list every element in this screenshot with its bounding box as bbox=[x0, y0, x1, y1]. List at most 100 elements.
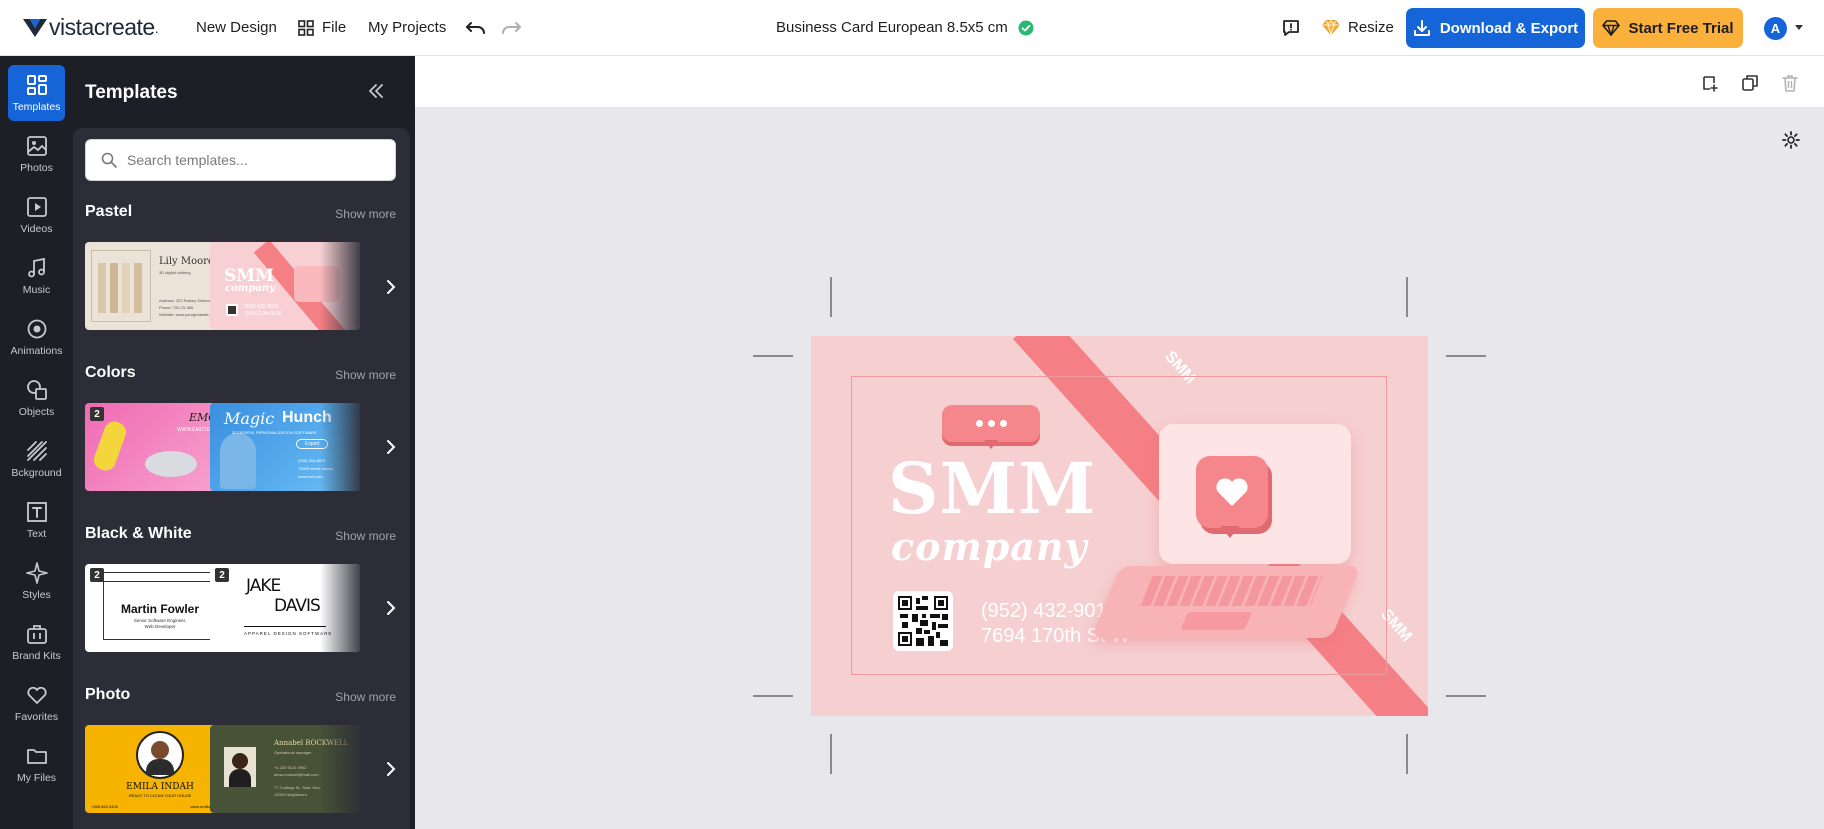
download-export-button[interactable]: Download & Export bbox=[1406, 8, 1585, 48]
chevron-right-icon bbox=[387, 440, 396, 454]
my-projects-button[interactable]: My Projects bbox=[368, 19, 446, 36]
canvas-toolbar bbox=[415, 56, 1824, 108]
thumb-text: DAVIS bbox=[274, 596, 321, 616]
document-title[interactable]: Business Card European 8.5x5 cm bbox=[776, 19, 1008, 36]
show-more-photo[interactable]: Show more bbox=[335, 690, 396, 704]
top-bar: vistacreate. New Design File My Projects… bbox=[0, 0, 1824, 56]
section-title-photo: Photo bbox=[85, 686, 131, 703]
crop-mark bbox=[1446, 355, 1486, 357]
thumb-text: Website: www.yourgreatsite.com bbox=[159, 312, 217, 317]
objects-icon bbox=[26, 380, 47, 400]
rail-item-music[interactable]: Music bbox=[8, 248, 65, 304]
section-title-pastel: Pastel bbox=[85, 203, 133, 220]
thumb-text: (952) 432-9014 bbox=[244, 304, 279, 310]
show-more-black-white[interactable]: Show more bbox=[335, 529, 396, 543]
next-arrow-pastel[interactable] bbox=[380, 273, 402, 301]
brand-kits-icon bbox=[26, 625, 47, 644]
logo-mark-icon bbox=[23, 18, 47, 37]
pan-illustration bbox=[145, 451, 197, 477]
rail-item-videos[interactable]: Videos bbox=[8, 187, 65, 243]
rail-label-templates: Templates bbox=[12, 101, 61, 113]
rail-item-animations[interactable]: Animations bbox=[8, 309, 65, 365]
thumb-text: 3D DESIGN, PERSONALIZATION SOFTWARE bbox=[232, 430, 317, 435]
next-arrow-black-white[interactable] bbox=[380, 594, 402, 622]
heart-bubble-illustration bbox=[1196, 456, 1268, 538]
rail-item-favorites[interactable]: Favorites bbox=[8, 675, 65, 731]
document-title-area: Business Card European 8.5x5 cm bbox=[776, 19, 1034, 36]
figure-illustration bbox=[220, 433, 256, 489]
crop-mark bbox=[830, 734, 832, 774]
section-title-black-white: Black & White bbox=[85, 525, 192, 542]
avatar-chevron-down-icon[interactable] bbox=[1795, 25, 1803, 30]
comment-icon[interactable] bbox=[1281, 18, 1301, 38]
thumb-text: Phone: 752-70-366 bbox=[159, 305, 194, 310]
thumb-text: Operational manager bbox=[274, 750, 312, 755]
search-input[interactable] bbox=[127, 152, 377, 168]
thumb-text: Magic bbox=[224, 409, 275, 428]
rail-item-templates[interactable]: Templates bbox=[8, 65, 65, 121]
settings-gear-icon[interactable] bbox=[1782, 131, 1800, 149]
music-icon bbox=[27, 257, 45, 278]
undo-icon[interactable] bbox=[465, 19, 487, 37]
template-thumb-magic-hunch[interactable]: Magic Hunch 3D DESIGN, PERSONALIZATION S… bbox=[210, 403, 360, 491]
page-count-badge: 2 bbox=[215, 568, 229, 582]
thumb-text: anna.rockwell@mail.com bbox=[274, 772, 319, 777]
crop-mark bbox=[1406, 277, 1408, 317]
thumb-text: 7694 170th St W bbox=[244, 311, 282, 317]
duplicate-page-icon[interactable] bbox=[1741, 74, 1759, 92]
new-design-button[interactable]: New Design bbox=[196, 19, 277, 36]
add-page-icon[interactable] bbox=[1701, 74, 1719, 92]
start-free-trial-label: Start Free Trial bbox=[1628, 19, 1734, 37]
thumb-text: Lily Moore bbox=[159, 256, 214, 267]
crop-mark bbox=[1406, 734, 1408, 774]
chevron-right-icon bbox=[387, 762, 396, 776]
templates-icon bbox=[26, 75, 47, 95]
animations-icon bbox=[27, 319, 46, 339]
redo-icon[interactable] bbox=[500, 19, 522, 37]
next-arrow-photo[interactable] bbox=[380, 755, 402, 783]
rail-item-styles[interactable]: Styles bbox=[8, 553, 65, 609]
page-count-badge: 2 bbox=[90, 407, 104, 421]
thumb-text: 12354 Neighbours bbox=[274, 792, 307, 797]
show-more-colors[interactable]: Show more bbox=[335, 368, 396, 382]
panel-title: Templates bbox=[85, 82, 178, 103]
card-subheadline: company bbox=[891, 524, 1088, 569]
collapse-panel-icon[interactable] bbox=[368, 84, 384, 98]
card-phone: (952) 432-9014 bbox=[981, 600, 1118, 622]
show-more-pastel[interactable]: Show more bbox=[335, 207, 396, 221]
delete-page-icon[interactable] bbox=[1782, 74, 1798, 92]
page-count-badge: 2 bbox=[90, 568, 104, 582]
rail-label-videos: Videos bbox=[20, 223, 53, 235]
thumb-text: +1 220 9122 9902 bbox=[274, 765, 307, 770]
search-icon bbox=[101, 152, 117, 168]
rail-item-brand-kits[interactable]: Brand Kits bbox=[8, 614, 65, 670]
crop-mark bbox=[753, 355, 793, 357]
template-thumb-annabel-rockwell[interactable]: Annabel ROCKWELL Operational manager +1 … bbox=[210, 725, 360, 813]
file-menu-button[interactable]: File bbox=[322, 19, 346, 36]
left-rail: Templates Photos Videos Music Animations bbox=[0, 56, 73, 829]
business-card-design[interactable]: SMM SMM SMM company (952) 432-9014 7694 … bbox=[811, 336, 1428, 716]
heart-icon bbox=[1216, 478, 1248, 506]
rail-item-my-files[interactable]: My Files bbox=[8, 736, 65, 792]
chevron-right-icon bbox=[387, 280, 396, 294]
start-free-trial-button[interactable]: Start Free Trial bbox=[1593, 8, 1743, 48]
portrait-photo bbox=[224, 747, 256, 787]
rail-item-background[interactable]: Bckground bbox=[8, 431, 65, 487]
search-box[interactable] bbox=[85, 139, 396, 181]
rail-label-text: Text bbox=[26, 528, 47, 540]
rail-item-objects[interactable]: Objects bbox=[8, 370, 65, 426]
templates-panel: Templates Pastel Show more Lily Moore 3D… bbox=[73, 56, 415, 829]
next-arrow-colors[interactable] bbox=[380, 433, 402, 461]
template-thumb-jake-davis[interactable]: JAKE DAVIS APPAREL DESIGN SOFTWARE 2 bbox=[210, 564, 360, 652]
qr-code-icon bbox=[226, 304, 238, 316]
rail-item-text[interactable]: Text bbox=[8, 492, 65, 548]
rail-label-my-files: My Files bbox=[16, 772, 57, 784]
vistacreate-logo[interactable]: vistacreate. bbox=[22, 14, 159, 41]
crop-mark bbox=[830, 277, 832, 317]
resize-button[interactable]: Resize bbox=[1348, 19, 1394, 36]
template-thumb-smm-company[interactable]: SMM company (952) 432-9014 7694 170th St… bbox=[210, 242, 360, 330]
templates-list[interactable]: Pastel Show more Lily Moore 3D digital c… bbox=[73, 128, 410, 829]
user-avatar[interactable]: A bbox=[1764, 17, 1787, 40]
rail-item-photos[interactable]: Photos bbox=[8, 126, 65, 182]
download-export-label: Download & Export bbox=[1439, 19, 1579, 37]
